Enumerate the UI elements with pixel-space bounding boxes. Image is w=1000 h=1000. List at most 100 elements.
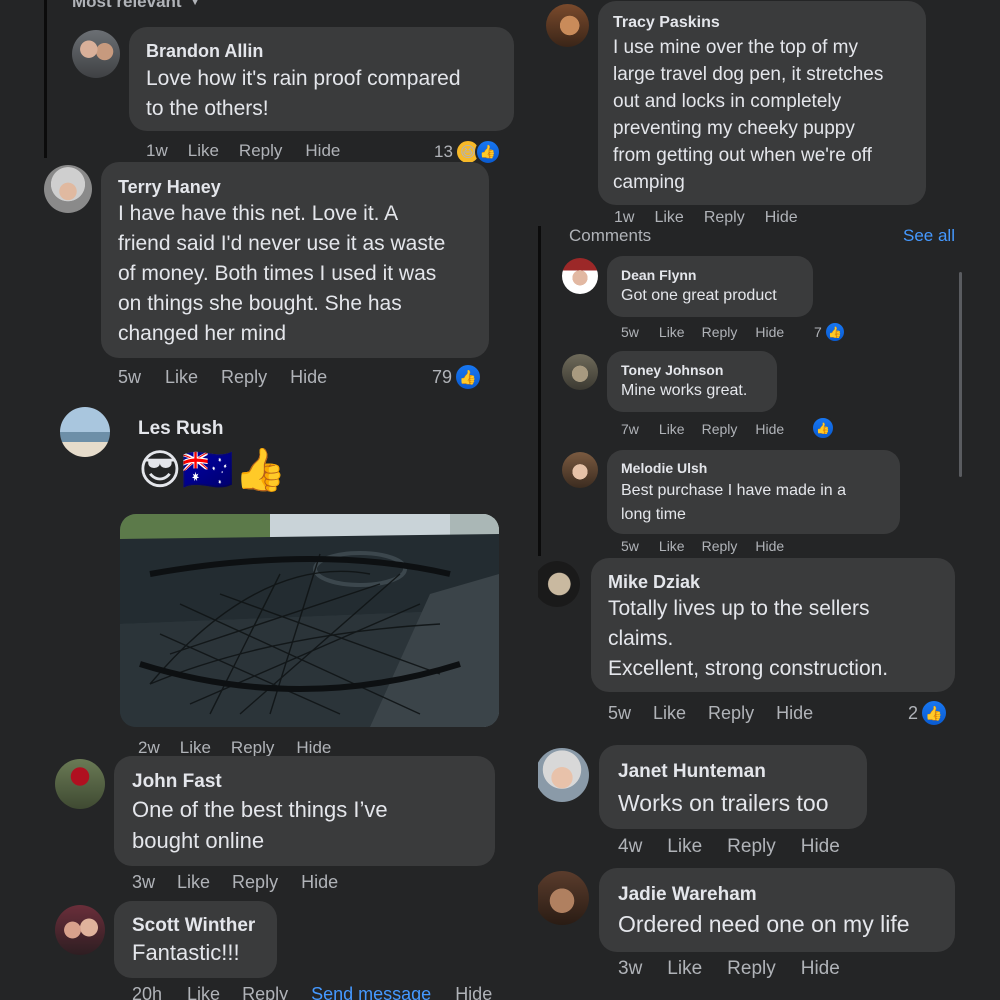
thumbs-up-icon: 👍 [454, 363, 483, 391]
thumbs-up-icon: 👍 [474, 139, 501, 165]
like-link[interactable]: Like [667, 836, 702, 858]
comment-text: Ordered need one on my life [618, 911, 910, 937]
reply-link[interactable]: Reply [702, 324, 738, 340]
comment-author[interactable]: Toney Johnson [621, 362, 723, 378]
chevron-down-icon: ▼ [189, 0, 201, 8]
comment-author[interactable]: Scott Winther [132, 915, 255, 937]
like-link[interactable]: Like [667, 958, 702, 980]
emoji-reply: 😎🇦🇺👍 [138, 446, 287, 493]
hide-link[interactable]: Hide [305, 141, 340, 161]
hide-link[interactable]: Hide [765, 209, 798, 227]
hide-link[interactable]: Hide [755, 324, 784, 340]
avatar[interactable] [562, 258, 598, 294]
comment-author[interactable]: Les Rush [138, 418, 224, 440]
comment-time[interactable]: 20h [132, 984, 162, 1000]
thumbs-up-icon[interactable]: 👍 [811, 416, 835, 440]
reaction-count[interactable]: 7 👍 [814, 321, 846, 343]
hide-link[interactable]: Hide [755, 421, 784, 437]
avatar[interactable] [538, 871, 589, 925]
like-link[interactable]: Like [659, 421, 685, 437]
hide-link[interactable]: Hide [755, 538, 784, 554]
comment-author[interactable]: Dean Flynn [621, 267, 696, 283]
reply-link[interactable]: Reply [727, 958, 776, 980]
hide-link[interactable]: Hide [776, 703, 813, 724]
reply-link[interactable]: Reply [231, 738, 274, 758]
hide-link[interactable]: Hide [455, 984, 492, 1000]
comment-text: Works on trailers too [618, 790, 829, 816]
comment-time[interactable]: 5w [608, 703, 631, 724]
comment-actions: 3w Like Reply Hide [132, 872, 338, 893]
reaction-number: 13 [434, 142, 453, 161]
comment-time[interactable]: 7w [621, 421, 639, 437]
comment-author[interactable]: Jadie Wareham [618, 884, 757, 906]
avatar[interactable] [562, 354, 598, 390]
reply-link[interactable]: Reply [221, 367, 267, 388]
comment-author[interactable]: Melodie Ulsh [621, 460, 707, 476]
hide-link[interactable]: Hide [301, 872, 338, 893]
comment-author[interactable]: John Fast [132, 771, 222, 793]
reply-link[interactable]: Reply [239, 141, 282, 161]
avatar[interactable] [546, 4, 589, 47]
avatar[interactable] [55, 905, 105, 955]
avatar[interactable] [44, 165, 92, 213]
comment-text: Love how it's rain proof compared to the… [146, 67, 461, 120]
comment-actions: 1w Like Reply Hide [146, 141, 340, 161]
comment-time[interactable]: 2w [138, 738, 160, 758]
avatar[interactable] [562, 452, 598, 488]
comment-time[interactable]: 1w [146, 141, 168, 161]
comment-author[interactable]: Brandon Allin [146, 41, 263, 62]
reaction-count[interactable]: 2 👍 [908, 699, 949, 727]
comment-time[interactable]: 5w [118, 367, 141, 388]
comment-author[interactable]: Mike Dziak [608, 572, 700, 593]
comment-author[interactable]: Terry Haney [118, 177, 221, 198]
comment-time[interactable]: 4w [618, 836, 642, 858]
reply-link[interactable]: Reply [708, 703, 754, 724]
like-link[interactable]: Like [180, 738, 211, 758]
comment-text: I have have this net. Love it. A friend … [118, 202, 446, 345]
sort-dropdown[interactable]: Most relevant ▼ [72, 0, 200, 12]
scrollbar[interactable] [959, 272, 962, 477]
like-link[interactable]: Like [659, 538, 685, 554]
comment-actions: 4w Like Reply Hide [618, 836, 840, 858]
reply-link[interactable]: Reply [242, 984, 288, 1000]
see-all-link[interactable]: See all [903, 226, 955, 246]
like-link[interactable]: Like [188, 141, 219, 161]
comment-text: Fantastic!!! [132, 940, 240, 965]
avatar[interactable] [538, 561, 580, 607]
comment-text: Mine works great. [621, 382, 748, 399]
comment-time[interactable]: 5w [621, 324, 639, 340]
hide-link[interactable]: Hide [801, 958, 840, 980]
reply-link[interactable]: Reply [232, 872, 278, 893]
avatar[interactable] [538, 748, 589, 802]
reply-link[interactable]: Reply [702, 538, 738, 554]
like-link[interactable]: Like [177, 872, 210, 893]
hide-link[interactable]: Hide [296, 738, 331, 758]
reply-link[interactable]: Reply [727, 836, 776, 858]
like-link[interactable]: Like [659, 324, 685, 340]
like-link[interactable]: Like [165, 367, 198, 388]
comment-author[interactable]: Janet Hunteman [618, 761, 766, 783]
comment-time[interactable]: 3w [132, 872, 155, 893]
comment-actions: 3w Like Reply Hide [618, 958, 840, 980]
avatar[interactable] [72, 30, 120, 78]
comment-actions: 5w Like Reply Hide [621, 324, 784, 340]
comment-time[interactable]: 5w [621, 538, 639, 554]
comment-author[interactable]: Tracy Paskins [613, 14, 720, 32]
right-comments-panel: Tracy Paskins I use mine over the top of… [538, 0, 1000, 1000]
hide-link[interactable]: Hide [290, 367, 327, 388]
hide-link[interactable]: Hide [801, 836, 840, 858]
like-link[interactable]: Like [653, 703, 686, 724]
reply-link[interactable]: Reply [704, 209, 745, 227]
comments-title: Comments [569, 226, 652, 245]
attached-photo[interactable] [120, 514, 499, 727]
reply-link[interactable]: Reply [702, 421, 738, 437]
like-link[interactable]: Like [654, 209, 683, 227]
thumbs-up-icon: 👍 [823, 321, 846, 343]
send-message-link[interactable]: Send message [311, 984, 431, 1000]
comment-time[interactable]: 3w [618, 958, 642, 980]
comment-time[interactable]: 1w [614, 209, 634, 227]
like-link[interactable]: Like [187, 984, 220, 1000]
avatar[interactable] [60, 407, 110, 457]
reaction-count[interactable]: 79 👍 [432, 363, 483, 391]
avatar[interactable] [55, 759, 105, 809]
